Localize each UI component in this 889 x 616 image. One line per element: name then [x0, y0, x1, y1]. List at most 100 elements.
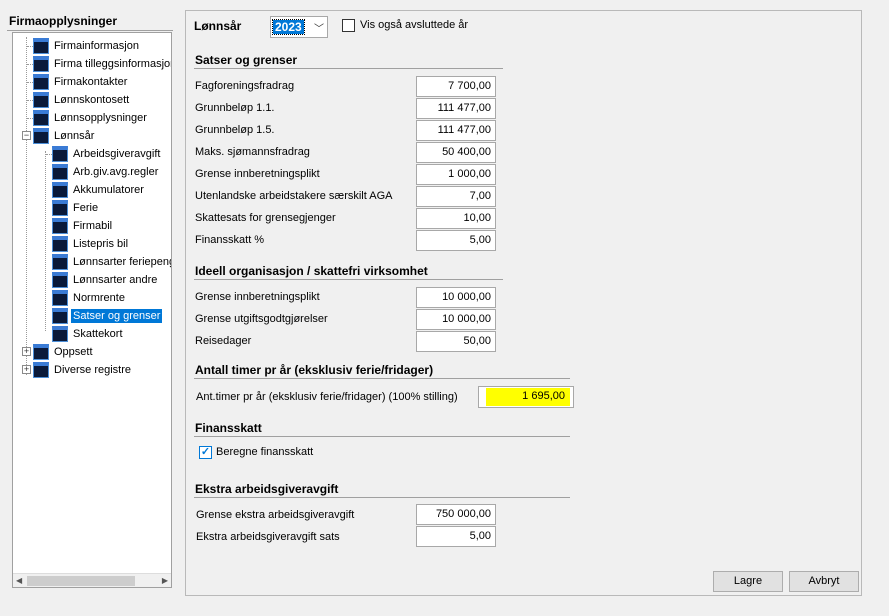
ideell-grense-utgiftsgodtgjorelser-field[interactable]: 10 000,00 [416, 309, 496, 330]
grense-innberetningsplikt-field[interactable]: 1 000,00 [416, 164, 496, 185]
field-label: Grunnbeløp 1.1. [195, 102, 275, 114]
ekstra-aga-sats-field[interactable]: 5,00 [416, 526, 496, 547]
folder-icon [52, 308, 68, 324]
field-label: Grense utgiftsgodtgjørelser [195, 313, 328, 325]
folder-icon [33, 128, 49, 144]
tree-item-label: Satser og grenser [71, 309, 163, 323]
folder-icon [33, 38, 49, 54]
tree-item-normrente[interactable]: Normrente [52, 289, 127, 307]
year-label: Lønnsår [194, 19, 242, 33]
scroll-left-icon[interactable]: ◀ [16, 576, 22, 585]
tree-connector [45, 151, 46, 331]
reisedager-field[interactable]: 50,00 [416, 331, 496, 352]
grense-ekstra-aga-field[interactable]: 750 000,00 [416, 504, 496, 525]
tree-item-label: Lønnsarter feriepenger [73, 256, 171, 268]
tree-item-firmainformasjon[interactable]: Firmainformasjon [33, 37, 141, 55]
tree-item-firmakontakter[interactable]: Firmakontakter [33, 73, 129, 91]
tree-item-label: Lønnsopplysninger [54, 112, 147, 124]
folder-icon [33, 74, 49, 90]
scrollbar-thumb[interactable] [27, 576, 135, 586]
section-title-satser: Satser og grenser [195, 53, 298, 67]
folder-icon [52, 236, 68, 252]
folder-icon [52, 164, 68, 180]
tree-item-arb-giv-avg-regler[interactable]: Arb.giv.avg.regler [52, 163, 160, 181]
tree-item-label: Arb.giv.avg.regler [73, 166, 159, 178]
folder-icon [33, 110, 49, 126]
tree-item-label: Lønnsår [54, 130, 95, 142]
tree-item-label: Firmabil [73, 220, 113, 232]
year-select[interactable]: 2023 ﹀ [270, 16, 328, 38]
section-divider [194, 279, 503, 280]
finansskatt-prosent-field[interactable]: 5,00 [416, 230, 496, 251]
tree-item-label: Lønnsarter andre [73, 274, 158, 286]
tree-item-label: Listepris bil [73, 238, 129, 250]
grunnbelop-1-5-field[interactable]: 111 477,00 [416, 120, 496, 141]
folder-icon [52, 326, 68, 342]
tree-item-label: Arbeidsgiveravgift [73, 148, 161, 160]
tree-item-diverse-registre[interactable]: Diverse registre [33, 361, 133, 379]
section-divider [194, 68, 503, 69]
folder-icon [33, 344, 49, 360]
tree-item-label: Lønnskontosett [54, 94, 130, 106]
collapse-toggle[interactable]: − [22, 131, 31, 140]
section-title-timer: Antall timer pr år (eksklusiv ferie/frid… [195, 363, 434, 377]
beregne-finansskatt-checkbox[interactable]: ✓ [199, 446, 212, 459]
tree-item-akkumulatorer[interactable]: Akkumulatorer [52, 181, 146, 199]
section-divider [194, 497, 570, 498]
tree-item-arbeidsgiveravgift[interactable]: Arbeidsgiveravgift [52, 145, 162, 163]
navigation-tree[interactable]: − + + Firmainformasjon Firma tilleggsinf… [12, 32, 172, 588]
expand-toggle[interactable]: + [22, 365, 31, 374]
tree-item-oppsett[interactable]: Oppsett [33, 343, 95, 361]
tree-item-lonnsarter-feriepenger[interactable]: Lønnsarter feriepenger [52, 253, 171, 271]
horizontal-scrollbar[interactable]: ◀ ▶ [13, 573, 171, 587]
folder-icon [33, 56, 49, 72]
maks-sjomannsfradrag-field[interactable]: 50 400,00 [416, 142, 496, 163]
tree-item-lonnsopplysninger[interactable]: Lønnsopplysninger [33, 109, 149, 127]
year-value: 2023 [272, 19, 305, 35]
panel-title: Firmaopplysninger [9, 14, 118, 28]
field-label: Grunnbeløp 1.5. [195, 124, 275, 136]
utenlandske-aga-field[interactable]: 7,00 [416, 186, 496, 207]
tree-item-skattekort[interactable]: Skattekort [52, 325, 125, 343]
expand-toggle[interactable]: + [22, 347, 31, 356]
tree-item-lonnsar[interactable]: Lønnsår [33, 127, 96, 145]
title-divider [7, 30, 173, 31]
folder-icon [52, 146, 68, 162]
skattesats-grensegjenger-field[interactable]: 10,00 [416, 208, 496, 229]
antall-timer-field[interactable]: 1 695,00 [486, 388, 570, 406]
field-label: Ekstra arbeidsgiveravgift sats [196, 531, 340, 543]
tree-item-firma-tilleggsinformasjon[interactable]: Firma tilleggsinformasjon [33, 55, 172, 73]
tree-item-ferie[interactable]: Ferie [52, 199, 100, 217]
folder-icon [52, 218, 68, 234]
field-label: Finansskatt % [195, 234, 265, 246]
fagforeningsfradrag-field[interactable]: 7 700,00 [416, 76, 496, 97]
field-label: Fagforeningsfradrag [195, 80, 295, 92]
field-label: Ant.timer pr år (eksklusiv ferie/fridage… [196, 391, 458, 403]
field-label: Grense innberetningsplikt [195, 168, 320, 180]
cancel-button[interactable]: Avbryt [789, 571, 859, 592]
save-button[interactable]: Lagre [713, 571, 783, 592]
tree-item-firmabil[interactable]: Firmabil [52, 217, 114, 235]
tree-item-label: Firmainformasjon [54, 40, 139, 52]
field-label: Skattesats for grensegjenger [195, 212, 336, 224]
show-closed-checkbox[interactable] [342, 19, 355, 32]
tree-item-listepris-bil[interactable]: Listepris bil [52, 235, 130, 253]
tree-item-satser-og-grenser[interactable]: Satser og grenser [52, 307, 163, 325]
ideell-grense-innberetningsplikt-field[interactable]: 10 000,00 [416, 287, 496, 308]
tree-item-label: Firma tilleggsinformasjon [54, 58, 172, 70]
grunnbelop-1-1-field[interactable]: 111 477,00 [416, 98, 496, 119]
folder-icon [52, 200, 68, 216]
section-title-ideell: Ideell organisasjon / skattefri virksomh… [195, 264, 428, 278]
settings-panel: Lønnsår 2023 ﹀ Vis også avsluttede år Sa… [185, 10, 862, 596]
field-label: Grense innberetningsplikt [195, 291, 320, 303]
field-label: Maks. sjømannsfradrag [195, 146, 310, 158]
tree-item-label: Normrente [73, 292, 125, 304]
tree-item-lonnsarter-andre[interactable]: Lønnsarter andre [52, 271, 159, 289]
field-label: Reisedager [195, 335, 252, 347]
section-title-ekstra: Ekstra arbeidsgiveravgift [195, 482, 339, 496]
tree-item-label: Skattekort [73, 328, 123, 340]
folder-icon [52, 182, 68, 198]
tree-item-label: Oppsett [54, 346, 93, 358]
tree-item-lonnskontosett[interactable]: Lønnskontosett [33, 91, 131, 109]
scroll-right-icon[interactable]: ▶ [162, 576, 168, 585]
